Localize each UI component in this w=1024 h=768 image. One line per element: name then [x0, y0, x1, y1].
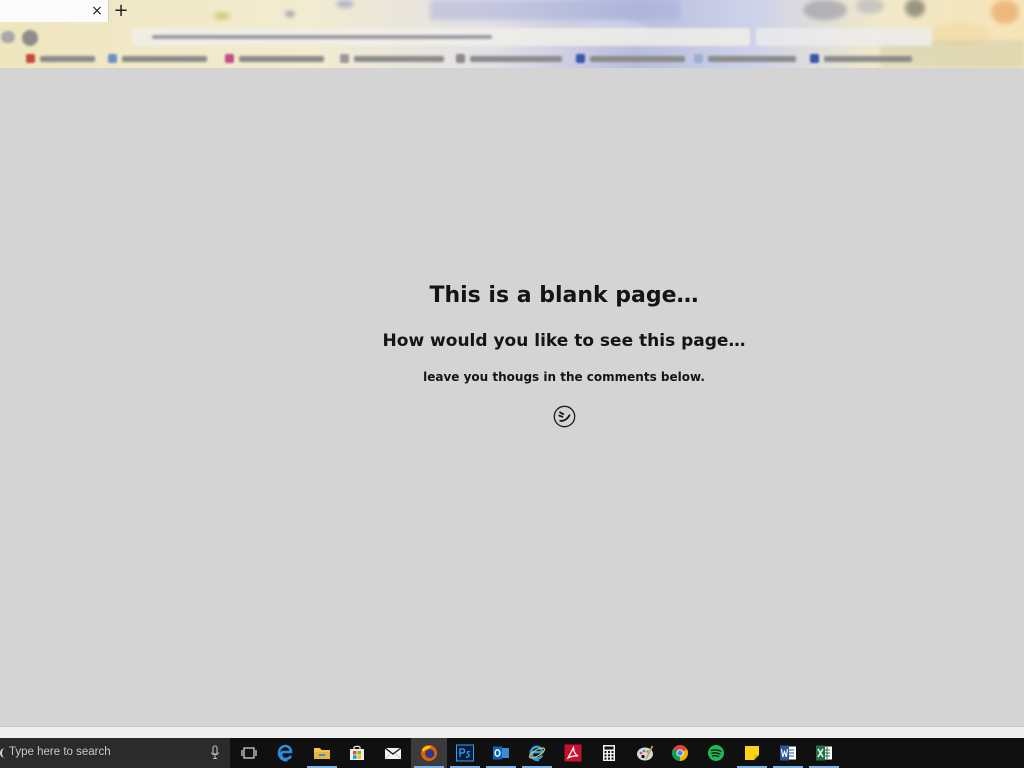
bookmark-item[interactable] — [354, 56, 444, 62]
taskbar-word[interactable] — [770, 738, 806, 768]
calculator-icon — [603, 745, 615, 761]
taskbar-outlook[interactable] — [483, 738, 519, 768]
taskbar-edge[interactable] — [268, 738, 304, 768]
address-bar[interactable] — [132, 28, 750, 46]
taskbar-acrobat[interactable] — [555, 738, 591, 768]
bookmark-icon[interactable] — [576, 54, 585, 63]
task-view-button[interactable] — [231, 738, 267, 768]
taskbar-firefox[interactable] — [411, 738, 447, 768]
taskbar-chrome[interactable] — [662, 738, 698, 768]
edge-icon — [277, 744, 293, 762]
taskbar-sticky-notes[interactable] — [734, 738, 770, 768]
taskbar-excel[interactable] — [806, 738, 842, 768]
bookmark-icon[interactable] — [810, 54, 819, 63]
bookmark-icon[interactable] — [225, 54, 234, 63]
taskbar-search-box[interactable]: Type here to search — [0, 738, 230, 768]
taskbar-calculator[interactable] — [591, 738, 627, 768]
taskbar-photoshop[interactable] — [447, 738, 483, 768]
task-view-icon — [241, 747, 257, 759]
chrome-icon — [672, 745, 688, 761]
bookmark-item[interactable] — [470, 56, 562, 62]
bookmark-icon[interactable] — [456, 54, 465, 63]
page-title: This is a blank page… — [429, 283, 699, 308]
microphone-icon[interactable] — [210, 745, 220, 761]
bookmark-icon[interactable] — [340, 54, 349, 63]
page-note: leave you thougs in the comments below. — [423, 370, 705, 384]
mail-icon — [384, 747, 402, 760]
smile-icon — [553, 405, 576, 428]
bookmark-item[interactable] — [239, 56, 324, 62]
taskbar-spotify[interactable] — [698, 738, 734, 768]
page-content: This is a blank page… How would you like… — [0, 68, 1024, 726]
taskbar-mail[interactable] — [375, 738, 411, 768]
bookmark-item[interactable] — [40, 56, 95, 62]
bookmark-item[interactable] — [122, 56, 207, 62]
taskbar-file-explorer[interactable] — [304, 738, 340, 768]
taskbar-paint[interactable] — [627, 738, 663, 768]
bookmarks-bar — [0, 50, 1024, 68]
firefox-icon — [421, 745, 437, 761]
folder-icon — [314, 748, 330, 759]
taskbar-search-placeholder: Type here to search — [9, 746, 111, 758]
taskbar-store[interactable] — [339, 738, 375, 768]
bookmark-icon[interactable] — [26, 54, 35, 63]
bookmark-item[interactable] — [708, 56, 796, 62]
photoshop-icon — [456, 744, 474, 762]
new-tab-button[interactable]: + — [112, 1, 130, 21]
browser-chrome: × + — [0, 0, 1024, 68]
browser-tab-active[interactable]: × — [0, 0, 109, 22]
paint-palette-icon — [637, 745, 654, 761]
browser-search-field[interactable] — [756, 28, 932, 46]
shopping-bag-icon — [350, 745, 364, 760]
tab-close-button[interactable]: × — [90, 3, 104, 19]
internet-explorer-icon — [528, 745, 546, 762]
start-button-edge[interactable] — [0, 748, 5, 758]
word-icon — [780, 745, 796, 761]
page-subtitle: How would you like to see this page… — [382, 331, 746, 351]
windows-taskbar: Type here to search — [0, 738, 1024, 768]
excel-icon — [816, 745, 832, 761]
sticky-note-icon — [745, 746, 759, 760]
taskbar-internet-explorer[interactable] — [519, 738, 555, 768]
bookmark-icon[interactable] — [694, 54, 703, 63]
acrobat-icon — [564, 744, 582, 762]
bookmark-item[interactable] — [824, 56, 912, 62]
spotify-icon — [708, 745, 724, 761]
bookmark-item[interactable] — [590, 56, 685, 62]
bookmark-icon[interactable] — [108, 54, 117, 63]
forward-button[interactable] — [22, 30, 38, 46]
outlook-icon — [493, 746, 509, 760]
back-button[interactable] — [1, 31, 15, 43]
